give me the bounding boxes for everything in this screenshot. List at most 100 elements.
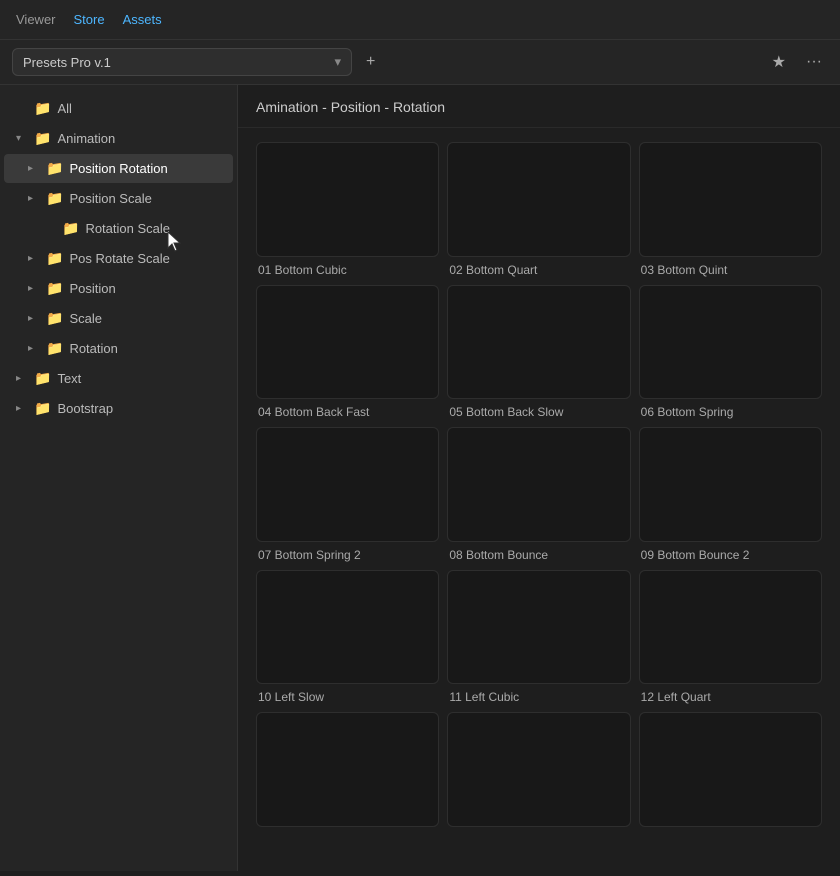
thumb-09: [639, 427, 822, 542]
thumb-15: [639, 712, 822, 827]
more-button[interactable]: ···: [800, 49, 828, 75]
folder-icon-text: 📁: [34, 370, 51, 387]
tab-store[interactable]: Store: [74, 10, 105, 29]
sidebar-item-label-rotation: Rotation: [69, 341, 117, 356]
tab-viewer[interactable]: Viewer: [16, 10, 56, 29]
position-arrow: ▸: [28, 283, 40, 294]
bootstrap-arrow: ▸: [16, 403, 28, 414]
tab-assets[interactable]: Assets: [123, 10, 162, 29]
sidebar-item-label-position: Position: [69, 281, 115, 296]
grid-item-08[interactable]: 08 Bottom Bounce: [447, 427, 630, 562]
folder-icon-pos-rotate-scale: 📁: [46, 250, 63, 267]
folder-icon-position: 📁: [46, 280, 63, 297]
top-nav: Viewer Store Assets: [0, 0, 840, 40]
grid-item-09[interactable]: 09 Bottom Bounce 2: [639, 427, 822, 562]
sidebar-item-position[interactable]: ▸ 📁 Position: [4, 274, 233, 303]
grid-item-01[interactable]: 01 Bottom Cubic: [256, 142, 439, 277]
thumb-12: [639, 570, 822, 685]
thumb-14: [447, 712, 630, 827]
sidebar-item-all[interactable]: 📁 All: [4, 94, 233, 123]
item-label-11: 11 Left Cubic: [447, 690, 630, 704]
thumb-01: [256, 142, 439, 257]
item-label-01: 01 Bottom Cubic: [256, 263, 439, 277]
sidebar-item-bootstrap[interactable]: ▸ 📁 Bootstrap: [4, 394, 233, 423]
sidebar: 📁 All ▾ 📁 Animation ▸ 📁 Position Rotatio…: [0, 85, 238, 871]
preset-label: Presets Pro v.1: [23, 55, 111, 70]
item-label-12: 12 Left Quart: [639, 690, 822, 704]
sidebar-item-label-position-rotation: Position Rotation: [69, 161, 167, 176]
scale-arrow: ▸: [28, 313, 40, 324]
item-label-10: 10 Left Slow: [256, 690, 439, 704]
thumb-03: [639, 142, 822, 257]
grid-item-04[interactable]: 04 Bottom Back Fast: [256, 285, 439, 420]
folder-icon-all: 📁: [34, 100, 51, 117]
sidebar-item-rotation[interactable]: ▸ 📁 Rotation: [4, 334, 233, 363]
item-label-08: 08 Bottom Bounce: [447, 548, 630, 562]
grid-item-12[interactable]: 12 Left Quart: [639, 570, 822, 705]
position-rotation-arrow: ▸: [28, 163, 40, 174]
grid-item-03[interactable]: 03 Bottom Quint: [639, 142, 822, 277]
grid-item-05[interactable]: 05 Bottom Back Slow: [447, 285, 630, 420]
item-label-02: 02 Bottom Quart: [447, 263, 630, 277]
thumb-05: [447, 285, 630, 400]
main-layout: 📁 All ▾ 📁 Animation ▸ 📁 Position Rotatio…: [0, 85, 840, 871]
sidebar-item-pos-rotate-scale[interactable]: ▸ 📁 Pos Rotate Scale: [4, 244, 233, 273]
folder-icon-scale: 📁: [46, 310, 63, 327]
folder-icon-animation: 📁: [34, 130, 51, 147]
item-label-07: 07 Bottom Spring 2: [256, 548, 439, 562]
grid-item-02[interactable]: 02 Bottom Quart: [447, 142, 630, 277]
grid-item-11[interactable]: 11 Left Cubic: [447, 570, 630, 705]
thumb-04: [256, 285, 439, 400]
sidebar-item-position-scale[interactable]: ▸ 📁 Position Scale: [4, 184, 233, 213]
grid-item-15[interactable]: [639, 712, 822, 833]
grid-item-14[interactable]: [447, 712, 630, 833]
thumb-11: [447, 570, 630, 685]
sidebar-item-label-pos-rotate-scale: Pos Rotate Scale: [69, 251, 169, 266]
sidebar-item-animation[interactable]: ▾ 📁 Animation: [4, 124, 233, 153]
item-label-04: 04 Bottom Back Fast: [256, 405, 439, 419]
folder-icon-rotation-scale: 📁: [62, 220, 79, 237]
content-header: Amination - Position - Rotation: [238, 85, 840, 128]
sidebar-item-label-scale: Scale: [69, 311, 102, 326]
animation-arrow: ▾: [16, 133, 28, 144]
thumb-13: [256, 712, 439, 827]
folder-icon-bootstrap: 📁: [34, 400, 51, 417]
content-area: Amination - Position - Rotation 01 Botto…: [238, 85, 840, 871]
toolbar: Presets Pro v.1 ▾ + ★ ···: [0, 40, 840, 85]
thumb-02: [447, 142, 630, 257]
item-label-05: 05 Bottom Back Slow: [447, 405, 630, 419]
pos-rotate-scale-arrow: ▸: [28, 253, 40, 264]
thumb-10: [256, 570, 439, 685]
folder-icon-position-rotation: 📁: [46, 160, 63, 177]
sidebar-item-label-position-scale: Position Scale: [69, 191, 151, 206]
grid-item-13[interactable]: [256, 712, 439, 833]
item-label-09: 09 Bottom Bounce 2: [639, 548, 822, 562]
chevron-down-icon: ▾: [334, 54, 341, 70]
content-grid: 01 Bottom Cubic 02 Bottom Quart 03 Botto…: [238, 128, 840, 847]
text-arrow: ▸: [16, 373, 28, 384]
sidebar-item-rotation-scale[interactable]: 📁 Rotation Scale: [4, 214, 233, 243]
sidebar-item-scale[interactable]: ▸ 📁 Scale: [4, 304, 233, 333]
add-button[interactable]: +: [360, 49, 381, 75]
item-label-03: 03 Bottom Quint: [639, 263, 822, 277]
item-label-06: 06 Bottom Spring: [639, 405, 822, 419]
thumb-06: [639, 285, 822, 400]
favorite-button[interactable]: ★: [766, 48, 792, 76]
grid-item-06[interactable]: 06 Bottom Spring: [639, 285, 822, 420]
folder-icon-position-scale: 📁: [46, 190, 63, 207]
rotation-arrow: ▸: [28, 343, 40, 354]
sidebar-item-label-text: Text: [57, 371, 81, 386]
thumb-07: [256, 427, 439, 542]
grid-item-10[interactable]: 10 Left Slow: [256, 570, 439, 705]
sidebar-item-text[interactable]: ▸ 📁 Text: [4, 364, 233, 393]
sidebar-item-position-rotation[interactable]: ▸ 📁 Position Rotation: [4, 154, 233, 183]
sidebar-item-label-rotation-scale: Rotation Scale: [85, 221, 170, 236]
sidebar-item-label-bootstrap: Bootstrap: [57, 401, 113, 416]
grid-item-07[interactable]: 07 Bottom Spring 2: [256, 427, 439, 562]
position-scale-arrow: ▸: [28, 193, 40, 204]
sidebar-item-label-animation: Animation: [57, 131, 115, 146]
thumb-08: [447, 427, 630, 542]
folder-icon-rotation: 📁: [46, 340, 63, 357]
preset-dropdown[interactable]: Presets Pro v.1 ▾: [12, 48, 352, 76]
sidebar-item-label-all: All: [57, 101, 71, 116]
